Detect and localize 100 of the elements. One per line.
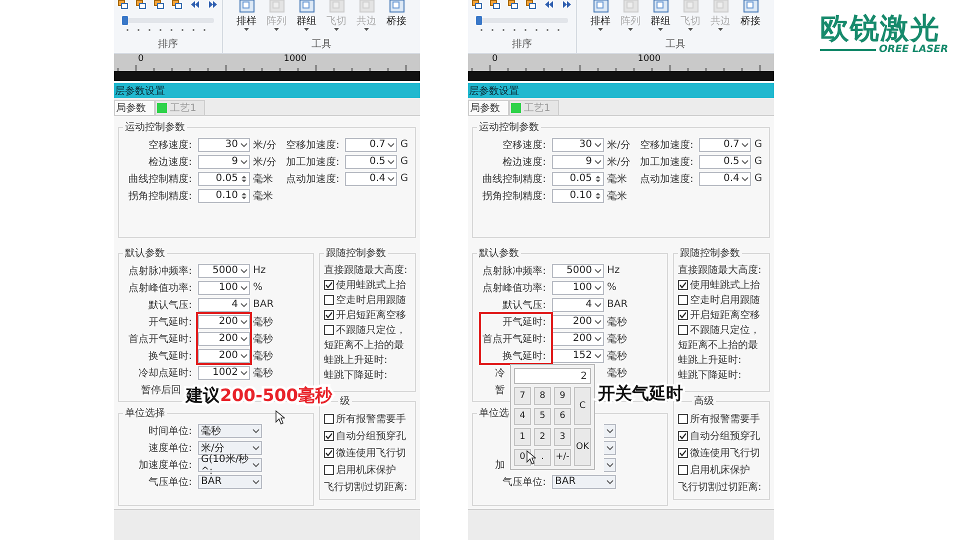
number-field[interactable]: 30 <box>198 138 250 152</box>
number-field[interactable]: 200 <box>198 348 250 362</box>
field-label: 直接跟随最大高度: <box>678 264 762 276</box>
checkbox[interactable] <box>678 414 688 424</box>
keypad-key[interactable]: 3 <box>554 428 571 446</box>
unit-label: 毫米 <box>253 190 274 202</box>
tool-button[interactable]: 桥接 <box>740 0 762 31</box>
checkbox[interactable] <box>678 310 688 320</box>
caption-highlight: 200-500毫秒 <box>220 386 332 406</box>
checkbox[interactable] <box>324 324 334 334</box>
keypad-key[interactable]: 7 <box>514 387 531 404</box>
checkbox[interactable] <box>324 310 334 320</box>
number-field[interactable]: 200 <box>552 332 604 346</box>
number-field[interactable]: 30 <box>552 138 604 152</box>
keypad-key[interactable]: 2 <box>534 428 551 446</box>
keypad-key[interactable]: +/- <box>554 448 571 466</box>
number-field[interactable]: 100 <box>198 280 250 294</box>
checkbox[interactable] <box>678 280 688 290</box>
number-field[interactable]: 152 <box>552 348 604 362</box>
unit-label: 毫秒 <box>607 316 628 328</box>
keypad-key[interactable]: 8 <box>534 387 551 404</box>
checkbox[interactable] <box>678 464 688 474</box>
number-field[interactable]: 200 <box>552 314 604 328</box>
number-field[interactable]: 0.5 <box>699 154 752 168</box>
field-label: 空移速度: <box>148 138 193 152</box>
tool-button[interactable]: 群组 <box>650 0 672 31</box>
checkbox-label: 启用机床保护 <box>690 464 750 476</box>
checkbox[interactable] <box>324 294 334 304</box>
number-field[interactable]: 0.10 <box>552 188 604 202</box>
field-label: 空移速度: <box>502 138 547 152</box>
chevron-icon <box>741 174 750 182</box>
keypad-key[interactable]: 9 <box>554 387 571 404</box>
fast-forward-icon[interactable] <box>208 0 218 9</box>
chevron-icon <box>252 460 260 468</box>
keypad-key[interactable]: 4 <box>514 408 531 425</box>
checkbox-label: 所有报警需要手 <box>690 412 760 426</box>
rewind-icon[interactable] <box>190 0 200 9</box>
number-field[interactable]: 5000 <box>198 264 250 278</box>
tab[interactable]: 局参数 <box>114 100 155 115</box>
number-field[interactable]: 4 <box>552 298 604 312</box>
caption-text: 建议 <box>186 386 220 406</box>
checkbox[interactable] <box>678 294 688 304</box>
keypad-key[interactable]: 1 <box>514 428 531 446</box>
chevron-icon <box>594 266 602 274</box>
unit-label: Hz <box>607 265 621 276</box>
field-label: 蛙跳下降延时: <box>324 368 388 382</box>
group-title: 高级 <box>693 394 715 408</box>
number-field[interactable]: 0.05 <box>198 172 250 186</box>
rewind-icon[interactable] <box>544 0 554 9</box>
keypad-key[interactable]: C <box>574 387 591 425</box>
number-field[interactable]: 0.10 <box>198 188 250 202</box>
unit-label: 毫米 <box>253 172 274 186</box>
tool-button[interactable]: 桥接 <box>386 0 408 31</box>
dropdown[interactable]: BAR <box>198 474 262 488</box>
number-field[interactable]: 4 <box>198 298 250 312</box>
number-field[interactable]: 200 <box>198 314 250 328</box>
tool-button[interactable]: 排样 <box>236 0 258 31</box>
number-field[interactable]: 9 <box>552 154 604 168</box>
slider-thumb[interactable] <box>476 16 482 25</box>
number-field[interactable]: 0.7 <box>345 138 398 152</box>
slider-thumb[interactable] <box>122 16 128 25</box>
keypad-key[interactable]: . <box>534 448 551 466</box>
dropdown[interactable]: 米/分 <box>198 440 262 454</box>
number-field[interactable]: 0.4 <box>345 172 398 186</box>
checkbox[interactable] <box>678 430 688 440</box>
tool-button[interactable]: 群组 <box>296 0 318 31</box>
checkbox[interactable] <box>324 430 334 440</box>
chevron-icon <box>594 158 602 166</box>
spin-arrows-icon <box>594 174 602 182</box>
checkbox[interactable] <box>324 464 334 474</box>
checkbox[interactable] <box>324 414 334 424</box>
checkbox[interactable] <box>678 448 688 458</box>
unit-label: 米/分 <box>253 156 276 168</box>
dropdown[interactable]: BAR <box>552 474 616 488</box>
number-field[interactable]: 1002 <box>198 366 250 380</box>
field-label: 冷 <box>495 366 505 380</box>
number-field[interactable]: 100 <box>552 280 604 294</box>
tab[interactable]: 局参数 <box>468 100 509 115</box>
number-field[interactable]: 0.05 <box>552 172 604 186</box>
tool-button[interactable]: 排样 <box>590 0 612 31</box>
checkbox[interactable] <box>324 280 334 290</box>
number-field[interactable]: 9 <box>198 154 250 168</box>
dropdown[interactable]: 毫秒 <box>198 424 262 438</box>
number-field[interactable]: 200 <box>198 332 250 346</box>
number-field[interactable]: 0.7 <box>699 138 752 152</box>
number-field[interactable]: 0.4 <box>699 172 752 186</box>
checkbox[interactable] <box>678 324 688 334</box>
unit-label: Hz <box>253 265 267 276</box>
number-field[interactable]: 5000 <box>552 264 604 278</box>
chevron-icon <box>594 300 602 308</box>
number-field[interactable]: 0.5 <box>345 154 398 168</box>
keypad-key[interactable]: 5 <box>534 408 551 425</box>
field-label: 拐角控制精度: <box>128 190 193 202</box>
keypad-key[interactable]: 6 <box>554 408 571 425</box>
chevron-icon <box>240 318 248 326</box>
unit-label: % <box>607 282 618 293</box>
fast-forward-icon[interactable] <box>562 0 572 9</box>
checkbox[interactable] <box>324 448 334 458</box>
checkbox-label: 空走时启用跟随 <box>336 294 406 306</box>
keypad-key[interactable]: OK <box>574 428 591 466</box>
